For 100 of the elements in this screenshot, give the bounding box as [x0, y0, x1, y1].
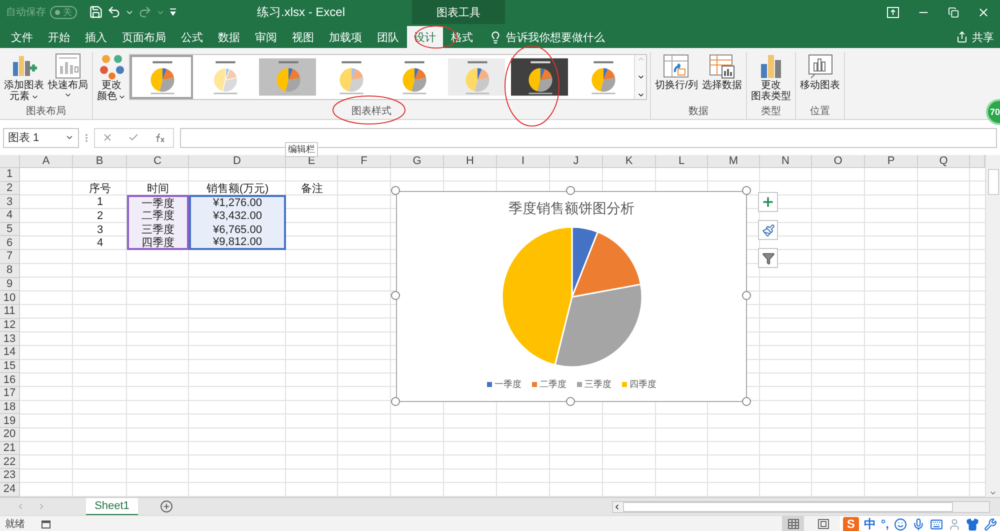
- add-sheet-icon[interactable]: [160, 500, 173, 513]
- row-header[interactable]: 21: [0, 442, 20, 456]
- row-header[interactable]: 7: [0, 250, 20, 264]
- column-header[interactable]: N: [760, 155, 812, 168]
- column-header[interactable]: M: [708, 155, 760, 168]
- column-header[interactable]: K: [603, 155, 656, 168]
- ribbon-button[interactable]: 更改 图表类型: [750, 52, 792, 102]
- ribbon-button[interactable]: 快速布局: [47, 52, 89, 99]
- column-header[interactable]: H: [444, 155, 497, 168]
- ribbon-tab[interactable]: 加载项: [322, 26, 369, 48]
- row-header[interactable]: 14: [0, 346, 20, 360]
- ribbon-tab[interactable]: 数据: [211, 26, 247, 48]
- row-header[interactable]: 10: [0, 291, 20, 305]
- row-header[interactable]: 24: [0, 482, 20, 496]
- vertical-scrollbar[interactable]: [985, 155, 1000, 497]
- restore-icon[interactable]: [948, 6, 959, 18]
- resize-handle[interactable]: [566, 186, 575, 195]
- column-header[interactable]: P: [865, 155, 918, 168]
- ribbon-button[interactable]: 切换行/列: [654, 52, 699, 91]
- row-header[interactable]: 16: [0, 373, 20, 387]
- chart-elements-button[interactable]: [758, 192, 778, 212]
- scroll-thumb[interactable]: [623, 502, 953, 512]
- scroll-thumb[interactable]: [988, 169, 998, 195]
- row-header[interactable]: 23: [0, 469, 20, 483]
- save-icon[interactable]: [89, 5, 103, 19]
- row-header[interactable]: 22: [0, 455, 20, 470]
- ribbon-tab[interactable]: 公式: [174, 26, 210, 48]
- redo-icon[interactable]: [138, 5, 152, 19]
- row-header[interactable]: 1: [0, 168, 20, 182]
- ribbon-tab[interactable]: 插入: [78, 26, 114, 48]
- wrench-icon[interactable]: [984, 518, 997, 530]
- column-header[interactable]: F: [338, 155, 391, 168]
- column-header[interactable]: C: [127, 155, 189, 168]
- column-header[interactable]: Q: [918, 155, 970, 168]
- row-header[interactable]: 8: [0, 264, 20, 278]
- function-icon[interactable]: [154, 132, 166, 142]
- resize-handle[interactable]: [391, 291, 400, 300]
- microphone-icon[interactable]: [912, 518, 925, 530]
- share-button[interactable]: 共享: [950, 26, 1000, 48]
- ribbon-display-icon[interactable]: [887, 6, 899, 18]
- user-icon[interactable]: [948, 518, 961, 530]
- more-styles-icon[interactable]: [636, 91, 644, 99]
- resize-handle[interactable]: [391, 397, 400, 406]
- ribbon-tab[interactable]: 团队: [370, 26, 406, 48]
- row-header[interactable]: 18: [0, 400, 20, 414]
- scroll-left-icon[interactable]: [613, 502, 621, 510]
- ribbon-tab[interactable]: 开始: [41, 26, 77, 48]
- ribbon-button[interactable]: 移动图表: [798, 52, 841, 91]
- emoji-icon[interactable]: [894, 518, 907, 530]
- resize-handle[interactable]: [391, 186, 400, 195]
- customize-icon[interactable]: [169, 8, 177, 16]
- row-header[interactable]: 17: [0, 387, 20, 401]
- name-box[interactable]: 图表 1: [3, 128, 79, 148]
- column-header[interactable]: O: [812, 155, 865, 168]
- row-header[interactable]: 6: [0, 236, 20, 250]
- scroll-down-icon[interactable]: [636, 73, 644, 81]
- column-header[interactable]: B: [73, 155, 127, 168]
- punctuation-mode[interactable]: °,: [880, 517, 889, 531]
- row-header[interactable]: 12: [0, 318, 20, 332]
- ribbon-tab[interactable]: 视图: [285, 26, 321, 48]
- ribbon-tab[interactable]: 审阅: [248, 26, 284, 48]
- undo-icon[interactable]: [107, 5, 121, 19]
- column-header[interactable]: G: [391, 155, 444, 168]
- shirt-icon[interactable]: [966, 518, 979, 530]
- row-header[interactable]: 11: [0, 304, 20, 319]
- row-header[interactable]: 9: [0, 278, 20, 292]
- keyboard-icon[interactable]: [930, 518, 943, 530]
- row-header[interactable]: 20: [0, 428, 20, 442]
- row-header[interactable]: 2: [0, 182, 20, 196]
- column-header[interactable]: J: [550, 155, 603, 168]
- tell-me-field[interactable]: 告诉我你想要做什么: [506, 30, 605, 44]
- resize-handle[interactable]: [742, 291, 751, 300]
- enter-icon[interactable]: [128, 132, 139, 143]
- cancel-icon[interactable]: [102, 132, 114, 143]
- sheet-tab[interactable]: Sheet1: [86, 498, 138, 516]
- ribbon-tab[interactable]: 页面布局: [115, 26, 173, 48]
- chart-filters-button[interactable]: [758, 248, 778, 268]
- column-header[interactable]: D: [189, 155, 286, 168]
- row-header[interactable]: 5: [0, 222, 20, 236]
- resize-handle[interactable]: [742, 186, 751, 195]
- column-header[interactable]: L: [656, 155, 708, 168]
- row-header[interactable]: 4: [0, 209, 20, 223]
- row-header[interactable]: 3: [0, 195, 20, 210]
- ribbon-button[interactable]: 更改 颜色: [96, 52, 127, 102]
- row-header[interactable]: 15: [0, 360, 20, 374]
- chart-styles-button[interactable]: [758, 220, 778, 240]
- chart-area[interactable]: 季度销售额饼图分析 一季度 二季度 三季度 四季度: [396, 191, 747, 402]
- horizontal-scrollbar[interactable]: [612, 500, 990, 512]
- resize-handle[interactable]: [742, 397, 751, 406]
- normal-view-button[interactable]: [782, 516, 804, 531]
- row-header[interactable]: 19: [0, 414, 20, 428]
- macro-icon[interactable]: [41, 518, 51, 528]
- close-icon[interactable]: [977, 6, 990, 18]
- column-header[interactable]: I: [497, 155, 550, 168]
- ribbon-tab[interactable]: 文件: [4, 26, 40, 48]
- ribbon-button[interactable]: 选择数据: [700, 52, 743, 91]
- resize-handle[interactable]: [566, 397, 575, 406]
- row-header[interactable]: 13: [0, 332, 20, 346]
- ribbon-button[interactable]: 添加图表 元素: [3, 52, 45, 102]
- column-header[interactable]: A: [20, 155, 73, 168]
